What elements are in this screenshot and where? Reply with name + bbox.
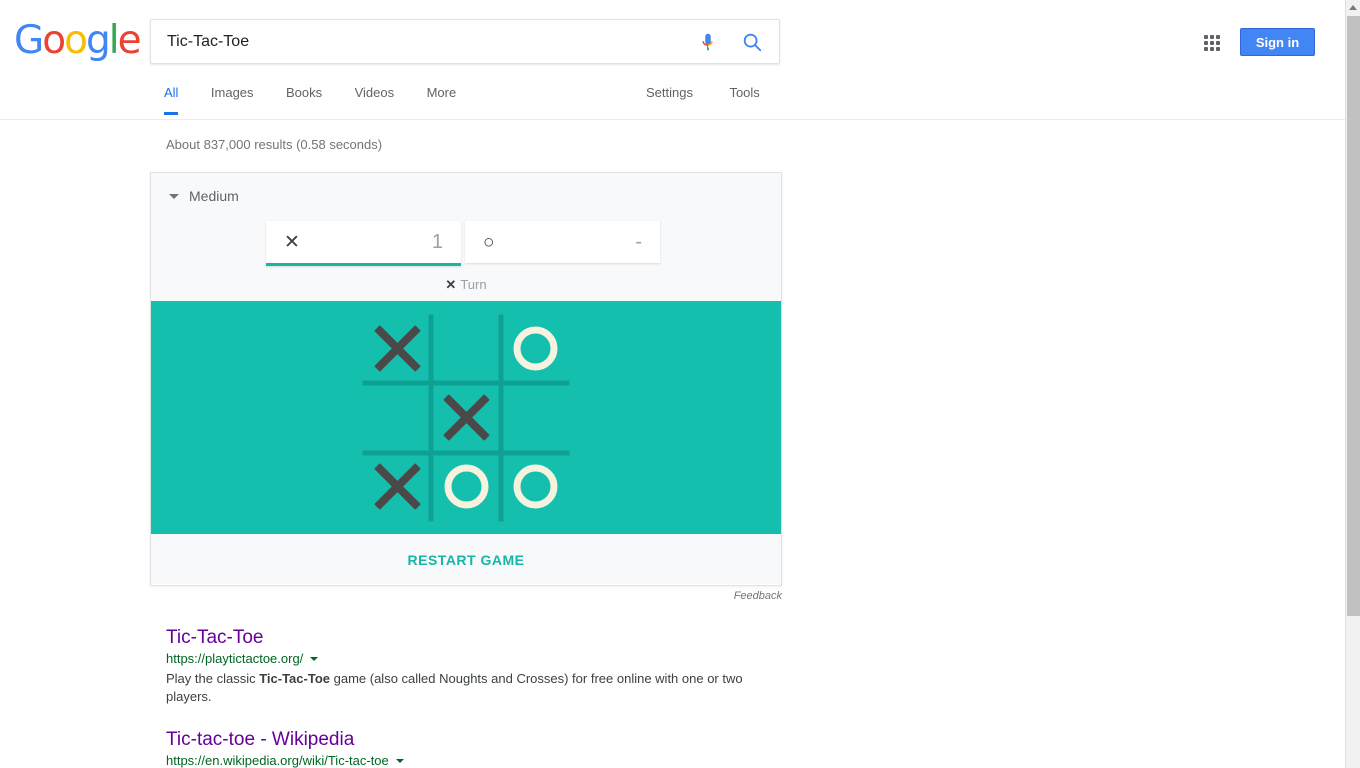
tab-videos[interactable]: Videos [355,85,395,115]
snippet-highlight: Tic-Tac-Toe [259,671,330,686]
logo-letter: l [108,18,120,63]
search-result-item: Tic-Tac-Toe https://playtictactoe.org/ P… [166,626,786,706]
restart-game-button[interactable]: RESTART GAME [151,534,781,584]
turn-label: Turn [460,277,487,292]
search-box [150,19,780,64]
google-logo[interactable]: Google [14,18,142,63]
result-url: https://en.wikipedia.org/wiki/Tic-tac-to… [166,752,786,768]
board-cell-2-2[interactable] [501,452,570,521]
apps-dot [1210,47,1214,51]
snippet-pre: Play the classic [166,671,260,686]
search-results-list: Tic-Tac-Toe https://playtictactoe.org/ P… [166,626,786,768]
search-input[interactable] [165,20,685,63]
scroll-up-arrow-icon[interactable] [1346,0,1360,15]
score-card-x[interactable]: ✕ 1 [266,221,461,266]
difficulty-label: Medium [189,188,239,204]
tab-all[interactable]: All [164,85,179,115]
google-search-page: Google All Images Books [0,0,1360,768]
board-cell-2-1[interactable] [432,452,501,521]
feedback-link[interactable]: Feedback [150,590,782,602]
result-url: https://playtictactoe.org/ [166,650,786,668]
search-result-item: Tic-tac-toe - Wikipedia https://en.wikip… [166,728,786,768]
caret-down-icon [169,193,179,199]
game-board [151,301,781,534]
nav-right-tools: Settings Tools [646,84,760,115]
page-header: Google All Images Books [0,0,1345,120]
o-mark-icon [444,464,488,509]
score-value-x: 1 [431,230,443,253]
tools-button[interactable]: Tools [729,85,759,115]
widget-header: Medium ✕ 1 ○ - ✕ Turn [151,173,781,301]
turn-indicator: ✕ Turn [151,277,781,293]
scoreboard: ✕ 1 ○ - [266,221,660,266]
score-card-o[interactable]: ○ - [465,221,660,263]
search-icon[interactable] [741,31,763,53]
tab-more[interactable]: More [427,85,457,115]
result-stats: About 837,000 results (0.58 seconds) [166,137,383,152]
difficulty-selector[interactable]: Medium [169,188,239,204]
board-cell-0-1[interactable] [432,314,501,383]
result-url-text: https://playtictactoe.org/ [166,651,304,666]
result-snippet: Play the classic Tic-Tac-Toe game (also … [166,670,751,706]
o-mark-icon: ○ [483,231,495,253]
apps-dot [1210,41,1214,45]
chevron-down-icon[interactable] [395,759,404,763]
logo-letter: G [14,18,44,63]
tab-books[interactable]: Books [286,85,322,115]
apps-dot [1204,47,1208,51]
board-cell-2-0[interactable] [363,452,432,521]
score-value-o: - [635,230,642,253]
result-title-link[interactable]: Tic-Tac-Toe [166,626,263,650]
nav-tabs: All Images Books Videos More [164,84,484,120]
apps-dot [1210,35,1214,39]
apps-dot [1216,47,1220,51]
result-url-text: https://en.wikipedia.org/wiki/Tic-tac-to… [166,753,389,768]
page-scrollbar[interactable] [1345,0,1360,768]
logo-letter: o [64,18,88,63]
x-mark-icon: ✕ [284,231,300,253]
scrollbar-thumb[interactable] [1347,16,1360,616]
x-mark-icon [374,326,420,372]
o-mark-icon [513,326,557,371]
turn-mark-icon: ✕ [445,277,457,292]
chevron-down-icon[interactable] [310,657,319,661]
x-mark-icon [443,395,489,441]
board-cell-0-2[interactable] [501,314,570,383]
restart-game-label: RESTART GAME [407,551,525,568]
board-cells [363,314,570,521]
tic-tac-toe-widget: Medium ✕ 1 ○ - ✕ Turn RESTART GAME [150,172,782,586]
board-cell-1-2[interactable] [501,383,570,452]
board-grid [362,314,570,521]
microphone-icon[interactable] [697,31,719,53]
tab-images[interactable]: Images [211,85,254,115]
board-cell-1-1[interactable] [432,383,501,452]
x-mark-icon [374,464,420,510]
apps-dot [1204,35,1208,39]
settings-button[interactable]: Settings [646,85,693,115]
apps-dot [1216,41,1220,45]
apps-dot [1216,35,1220,39]
result-title-link[interactable]: Tic-tac-toe - Wikipedia [166,728,354,752]
logo-letter: g [85,18,111,63]
logo-letter: o [42,18,66,63]
sign-in-button[interactable]: Sign in [1240,28,1315,56]
board-cell-0-0[interactable] [363,314,432,383]
o-mark-icon [513,464,557,509]
board-cell-1-0[interactable] [363,383,432,452]
apps-grid-icon[interactable] [1200,31,1224,55]
logo-letter: e [117,18,142,63]
apps-dot [1204,41,1208,45]
